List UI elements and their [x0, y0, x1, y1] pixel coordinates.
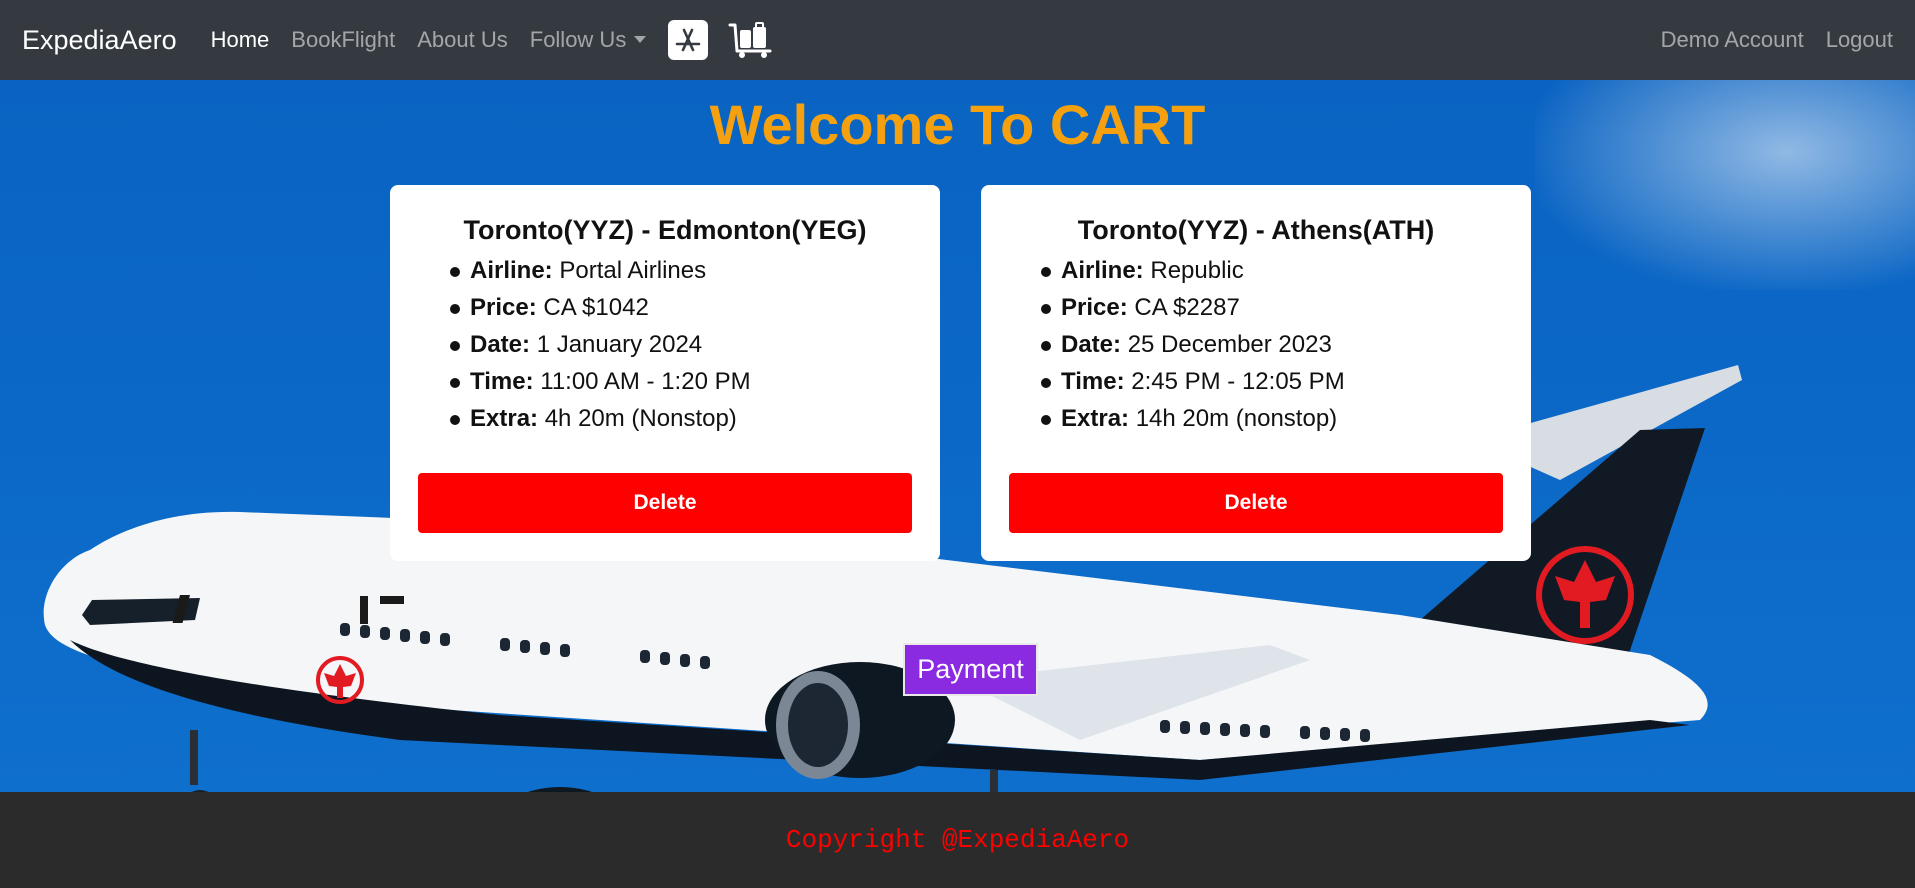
chevron-down-icon: [634, 36, 647, 43]
flight-route: Toronto(YYZ) - Athens(ATH): [1077, 215, 1435, 245]
cart-item-card: Toronto(YYZ) - Athens(ATH) Airline: Repu…: [981, 185, 1531, 561]
copyright-text: Copyright @ExpediaAero: [785, 825, 1130, 855]
brand-logo-text[interactable]: ExpediaAero: [22, 25, 177, 56]
extra-label: Extra:: [470, 405, 539, 432]
demo-account-link[interactable]: Demo Account: [1661, 27, 1804, 53]
top-navbar: ExpediaAero Home BookFlight About Us Fol…: [0, 0, 1915, 80]
airline-label: Airline:: [1061, 257, 1144, 284]
page-title: Welcome To CART: [709, 93, 1206, 156]
time-detail: Time: 11:00 AM - 1:20 PM: [450, 363, 912, 400]
airline-detail: Airline: Republic: [1041, 252, 1503, 289]
nav-home-link[interactable]: Home: [211, 27, 270, 53]
delete-button[interactable]: Delete: [1009, 473, 1503, 533]
airline-value: Republic: [1150, 257, 1244, 284]
price-label: Price:: [1061, 294, 1128, 321]
price-detail: Price: CA $1042: [450, 289, 912, 326]
extra-label: Extra:: [1061, 405, 1130, 432]
nav-follow-us-dropdown[interactable]: Follow Us: [530, 27, 647, 53]
date-detail: Date: 1 January 2024: [450, 326, 912, 363]
nav-about-us-link[interactable]: About Us: [417, 27, 508, 53]
extra-detail: Extra: 14h 20m (nonstop): [1041, 400, 1503, 437]
date-detail: Date: 25 December 2023: [1041, 326, 1503, 363]
payment-button[interactable]: Payment: [903, 643, 1038, 696]
time-value: 2:45 PM - 12:05 PM: [1131, 368, 1345, 395]
page-footer: Copyright @ExpediaAero: [0, 792, 1915, 888]
delete-button[interactable]: Delete: [418, 473, 912, 533]
logout-link[interactable]: Logout: [1826, 27, 1893, 53]
time-label: Time:: [1061, 368, 1125, 395]
price-value: CA $1042: [543, 294, 649, 321]
price-detail: Price: CA $2287: [1041, 289, 1503, 326]
extra-value: 4h 20m (Nonstop): [544, 405, 737, 432]
airline-detail: Airline: Portal Airlines: [450, 252, 912, 289]
price-value: CA $2287: [1134, 294, 1240, 321]
extra-detail: Extra: 4h 20m (Nonstop): [450, 400, 912, 437]
time-value: 11:00 AM - 1:20 PM: [540, 368, 751, 395]
luggage-cart-icon[interactable]: [728, 20, 772, 60]
follow-us-label: Follow Us: [529, 27, 627, 52]
airline-value: Portal Airlines: [559, 257, 707, 284]
flight-route: Toronto(YYZ) - Edmonton(YEG): [463, 215, 867, 245]
hero-background: Welcome To CART Toronto(YYZ) - Edmonton(…: [0, 80, 1915, 792]
time-detail: Time: 2:45 PM - 12:05 PM: [1041, 363, 1503, 400]
cart-item-card: Toronto(YYZ) - Edmonton(YEG) Airline: Po…: [390, 185, 940, 561]
time-label: Time:: [470, 368, 534, 395]
nav-book-flight-link[interactable]: BookFlight: [291, 27, 395, 53]
extra-value: 14h 20m (nonstop): [1135, 405, 1338, 432]
date-label: Date:: [470, 331, 531, 358]
airline-label: Airline:: [470, 257, 553, 284]
flight-details-list: Airline: Republic Price: CA $2287 Date: …: [1009, 252, 1503, 437]
app-store-icon[interactable]: [668, 20, 709, 60]
nav-right-group: Demo Account Logout: [1639, 27, 1893, 53]
flight-details-list: Airline: Portal Airlines Price: CA $1042…: [418, 252, 912, 437]
date-value: 25 December 2023: [1127, 331, 1332, 358]
date-label: Date:: [1061, 331, 1122, 358]
date-value: 1 January 2024: [536, 331, 703, 358]
price-label: Price:: [470, 294, 537, 321]
